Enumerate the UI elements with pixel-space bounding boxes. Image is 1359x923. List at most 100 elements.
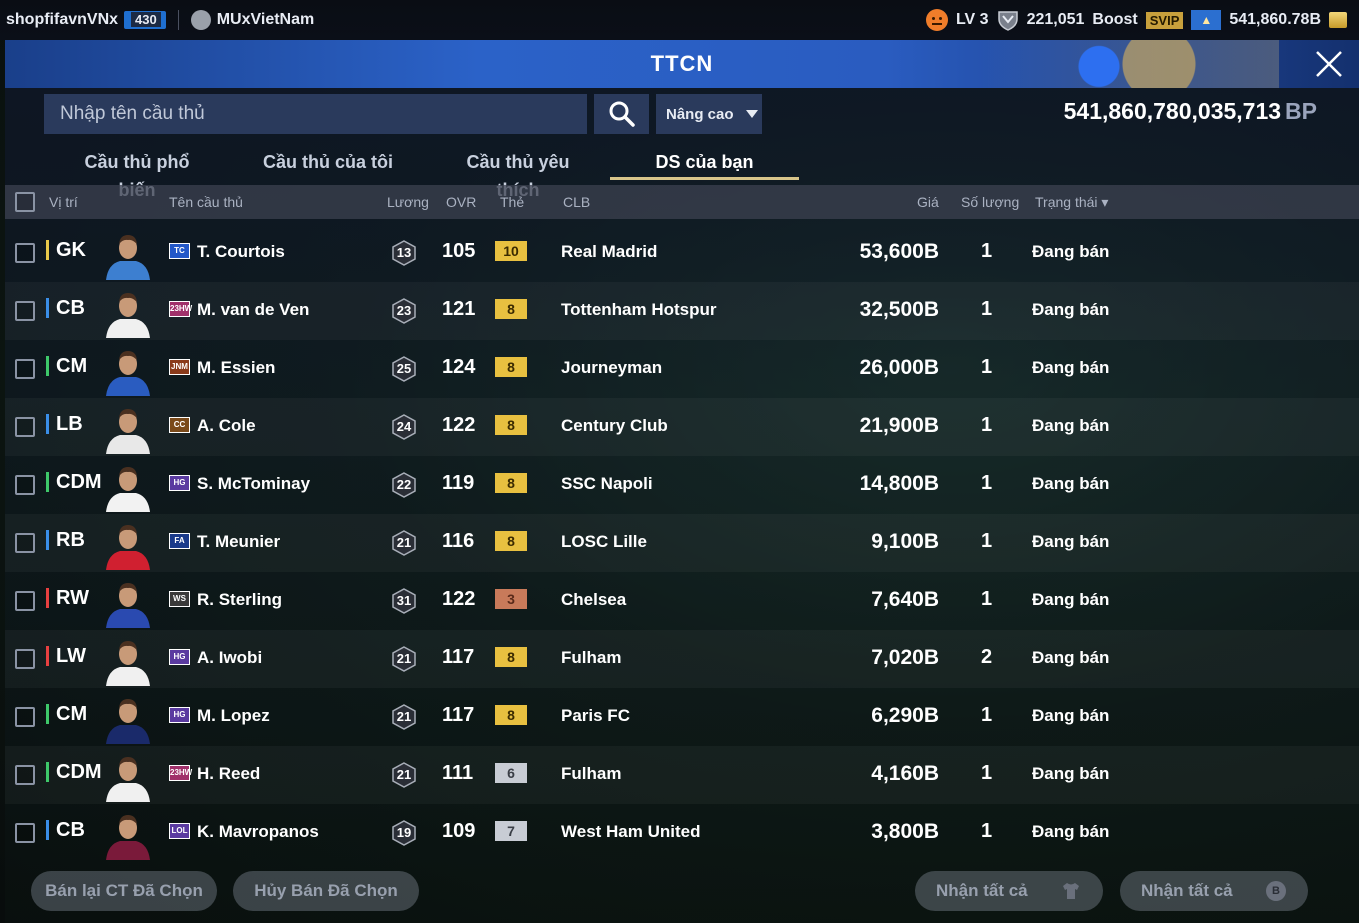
header-position[interactable]: Vị trí <box>49 194 78 210</box>
position: LW <box>46 646 86 666</box>
header-grade[interactable]: Thẻ <box>500 194 524 210</box>
claim-all-label: Nhận tất cả <box>936 881 1028 900</box>
ovr-value: 122 <box>442 414 476 436</box>
quantity-value: 1 <box>981 472 993 494</box>
table-header: Vị trí Tên cầu thủ Lương OVR Thẻ CLB Giá… <box>5 185 1359 219</box>
salary-badge: 21 <box>391 530 417 556</box>
player-name[interactable]: A. Cole <box>197 416 256 436</box>
tab-your-list[interactable]: DS của bạn <box>610 148 799 180</box>
table-row[interactable]: CDM 23HW H. Reed 21 111 6 Fulham 4,160B 1 Đang bá… <box>5 746 1359 804</box>
player-list: GK TC T. Courtois 13 105 10 Real Madrid 53,600B… <box>5 224 1359 862</box>
season-badge: 23HW <box>169 301 192 317</box>
row-checkbox[interactable] <box>15 649 35 669</box>
header-club[interactable]: CLB <box>563 194 590 210</box>
salary-badge: 19 <box>391 820 417 846</box>
salary-value: 13 <box>396 245 412 260</box>
table-row[interactable]: CDM HG S. McTominay 22 119 8 SSC Napoli 14,800B… <box>5 456 1359 514</box>
player-name[interactable]: T. Meunier <box>197 532 280 552</box>
ovr-value: 117 <box>442 704 475 726</box>
player-avatar <box>102 402 154 454</box>
user-level-badge: 430 <box>124 11 166 29</box>
row-checkbox[interactable] <box>15 359 35 379</box>
row-checkbox[interactable] <box>15 823 35 843</box>
quantity-value: 2 <box>981 646 993 668</box>
table-row[interactable]: LW HG A. Iwobi 21 117 8 Fulham 7,020B 2 Đang bán <box>5 630 1359 688</box>
advanced-filter-select[interactable]: Nâng cao <box>656 94 762 134</box>
season-badge: FA <box>169 533 190 549</box>
header-name[interactable]: Tên cầu thủ <box>169 194 243 210</box>
boost-label: Boost <box>1092 11 1138 28</box>
ovr-value: 124 <box>442 356 476 378</box>
player-name[interactable]: H. Reed <box>197 764 260 784</box>
upgrade-level-badge: 8 <box>495 415 527 435</box>
username: shopfifavnVNx <box>6 11 119 28</box>
salary-value: 31 <box>396 593 412 608</box>
row-checkbox[interactable] <box>15 475 35 495</box>
table-row[interactable]: RB FA T. Meunier 21 116 8 LOSC Lille 9,100B 1 Đan… <box>5 514 1359 572</box>
table-row[interactable]: GK TC T. Courtois 13 105 10 Real Madrid 53,600B… <box>5 224 1359 282</box>
player-avatar <box>102 518 154 570</box>
select-all-checkbox[interactable] <box>15 192 35 212</box>
row-checkbox[interactable] <box>15 243 35 263</box>
table-row[interactable]: LB CC A. Cole 24 122 8 Century Club 21,900B 1 Đan… <box>5 398 1359 456</box>
table-row[interactable]: RW WS R. Sterling 31 122 3 Chelsea 7,640B 1 Đang … <box>5 572 1359 630</box>
player-name[interactable]: A. Iwobi <box>197 648 262 668</box>
player-name[interactable]: M. van de Ven <box>197 300 309 320</box>
row-checkbox[interactable] <box>15 417 35 437</box>
caret-down-icon <box>745 110 758 118</box>
club-name: Real Madrid <box>561 242 658 261</box>
player-name[interactable]: S. McTominay <box>197 474 310 494</box>
upgrade-level-badge: 8 <box>495 705 527 725</box>
table-row[interactable]: CM HG M. Lopez 21 117 8 Paris FC 6,290B 1 Đang bá… <box>5 688 1359 746</box>
table-row[interactable]: CB LOL K. Mavropanos 19 109 7 West Ham United 3… <box>5 804 1359 862</box>
upgrade-level-badge: 7 <box>495 821 527 841</box>
table-row[interactable]: CB 23HW M. van de Ven 23 121 8 Tottenham Hotsp… <box>5 282 1359 340</box>
season-badge: HG <box>169 707 190 723</box>
player-avatar <box>102 750 154 802</box>
price-value: 14,800B <box>859 472 939 495</box>
player-name[interactable]: M. Lopez <box>197 706 270 726</box>
upgrade-level-badge: 8 <box>495 473 527 493</box>
row-checkbox[interactable] <box>15 591 35 611</box>
claim-all-bp-button[interactable]: Nhận tất cả B <box>1120 871 1308 911</box>
shirt-icon <box>1063 883 1079 899</box>
header-ovr[interactable]: OVR <box>446 194 476 210</box>
tab-popular-players[interactable]: Cầu thủ phổ biến <box>67 148 207 200</box>
table-row[interactable]: CM JNM M. Essien 25 124 8 Journeyman 26,000B 1 Đa… <box>5 340 1359 398</box>
salary-value: 24 <box>396 419 412 434</box>
tab-favorite-players[interactable]: Cầu thủ yêu thích <box>443 148 593 200</box>
boost-up-button[interactable]: ▲ <box>1191 10 1222 30</box>
ovr-value: 122 <box>442 588 476 610</box>
player-name[interactable]: T. Courtois <box>197 242 285 262</box>
row-checkbox[interactable] <box>15 301 35 321</box>
player-avatar <box>102 634 154 686</box>
player-portrait-icon <box>106 757 150 802</box>
quantity-value: 1 <box>981 530 993 552</box>
divider <box>177 10 179 30</box>
player-search-input[interactable] <box>44 94 587 134</box>
claim-all-players-button[interactable]: Nhận tất cả <box>915 871 1103 911</box>
quantity-value: 1 <box>981 588 993 610</box>
row-checkbox[interactable] <box>15 707 35 727</box>
salary-badge: 24 <box>391 414 417 440</box>
salary-badge: 22 <box>391 472 417 498</box>
header-salary[interactable]: Lương <box>387 194 429 210</box>
player-name[interactable]: M. Essien <box>197 358 275 378</box>
header-quantity[interactable]: Số lượng <box>961 194 1019 210</box>
search-button[interactable] <box>594 94 649 134</box>
title-bar: TTCN <box>5 40 1359 88</box>
player-portrait-icon <box>106 409 150 454</box>
header-status[interactable]: Trạng thái ▾ <box>1035 194 1108 211</box>
header-price[interactable]: Giá <box>917 194 939 210</box>
cancel-sale-selected-button[interactable]: Hủy Bán Đã Chọn <box>233 871 419 911</box>
row-checkbox[interactable] <box>15 765 35 785</box>
row-checkbox[interactable] <box>15 533 35 553</box>
player-name[interactable]: K. Mavropanos <box>197 822 319 842</box>
price-value: 3,800B <box>871 820 939 843</box>
close-icon[interactable] <box>1313 48 1345 80</box>
salary-value: 25 <box>396 361 412 376</box>
tab-my-players[interactable]: Cầu thủ của tôi <box>263 148 393 180</box>
player-portrait-icon <box>106 641 150 686</box>
player-name[interactable]: R. Sterling <box>197 590 282 610</box>
resell-selected-button[interactable]: Bán lại CT Đã Chọn <box>31 871 217 911</box>
